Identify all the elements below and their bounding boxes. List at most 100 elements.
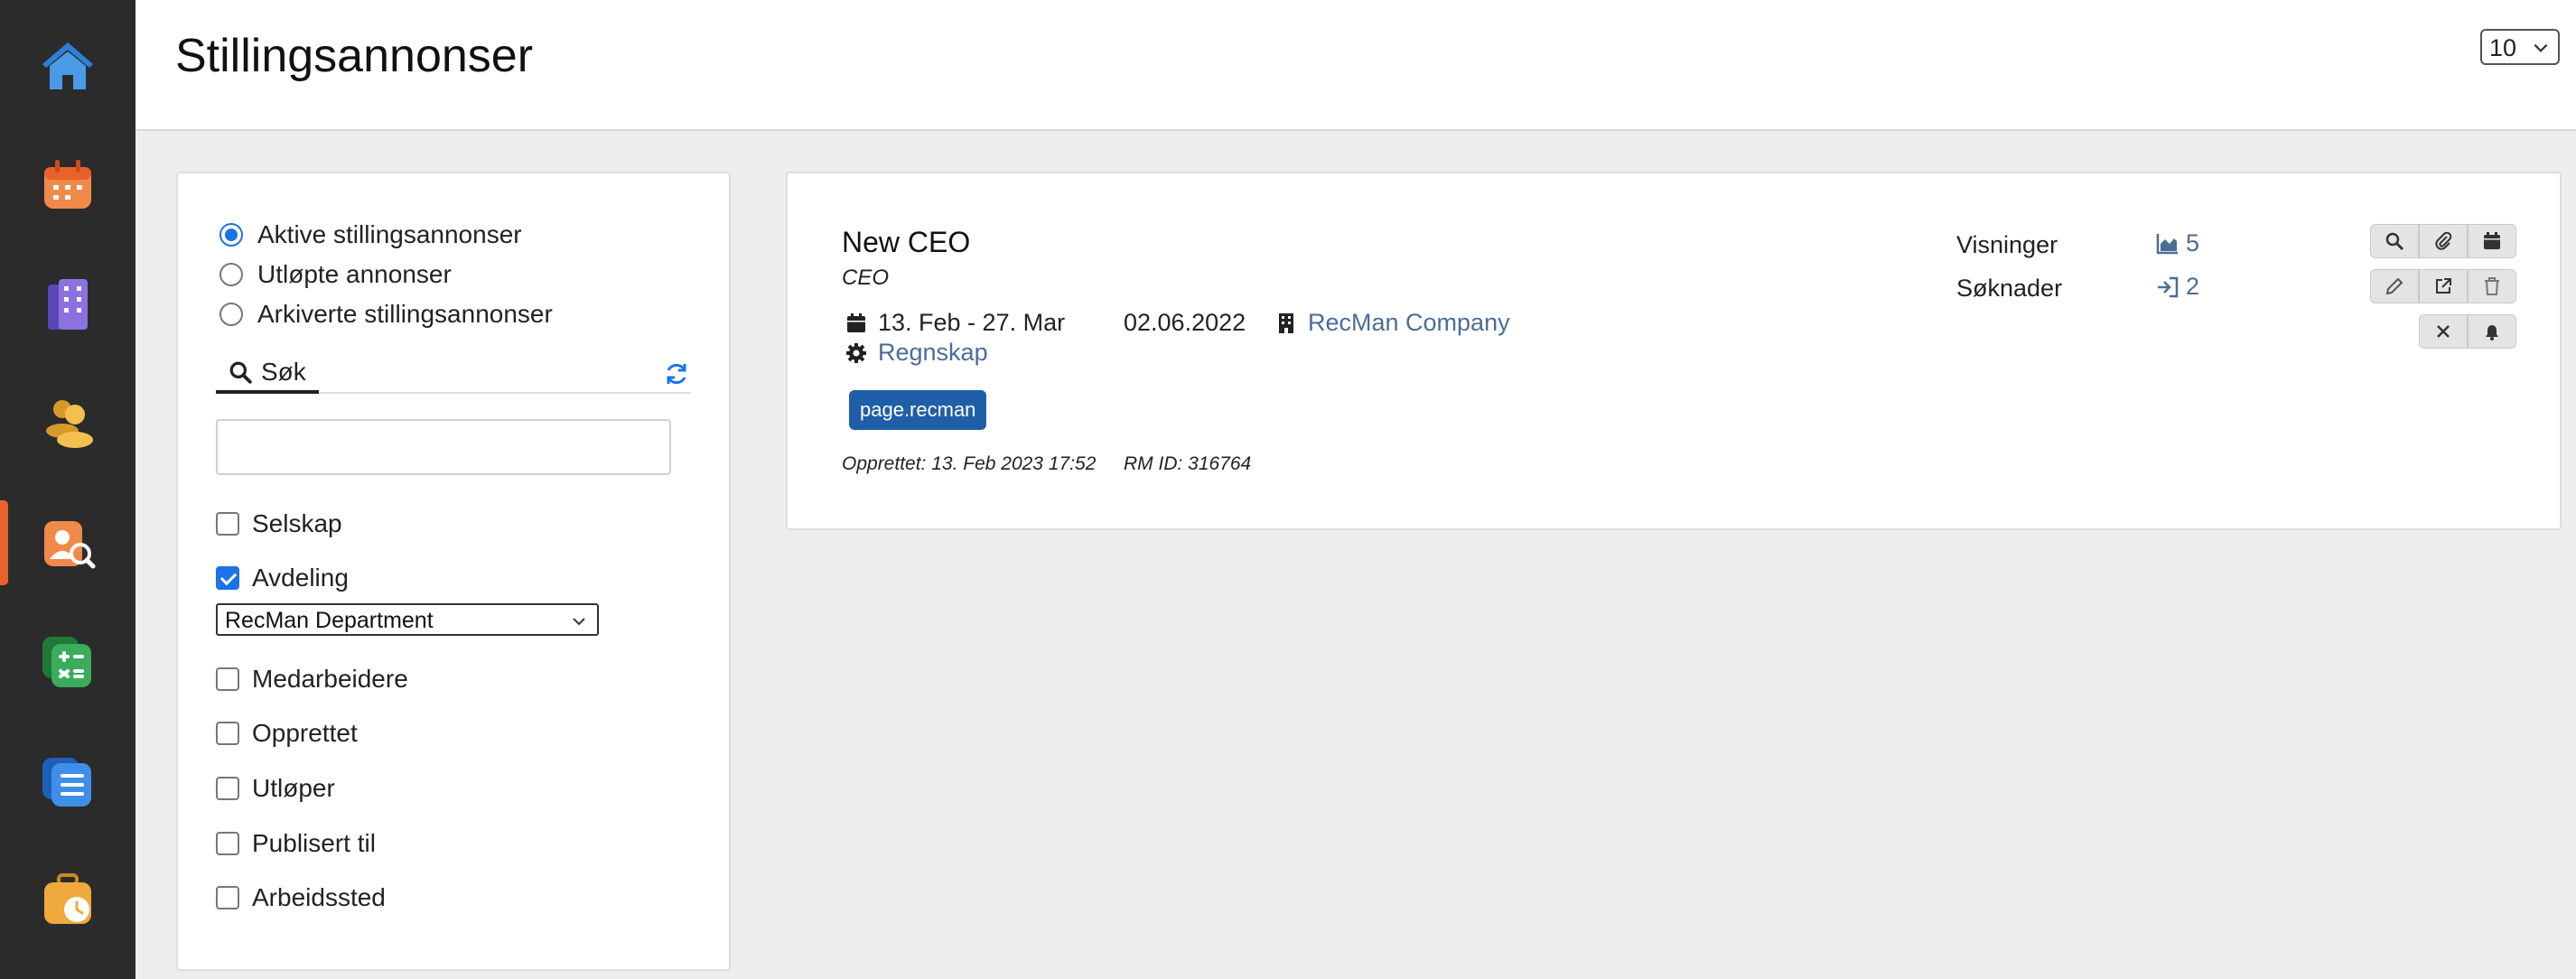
job-category: Regnskap [845,339,988,367]
sidebar-item-documents[interactable] [0,732,135,831]
open-external-button[interactable] [2419,269,2468,303]
radio-button[interactable] [219,303,243,326]
filter-panel: Aktive stillingsannonser Utløpte annonse… [176,172,731,971]
radio-expired-ads[interactable]: Utløpte annonser [219,260,452,289]
filter-workplace[interactable]: Arbeidssted [216,883,386,912]
sidebar-item-job-ads[interactable] [0,493,135,592]
tab-search[interactable]: Søk [216,354,319,394]
tab-search-label: Søk [261,358,306,386]
sidebar-item-timesheets[interactable] [0,851,135,950]
close-icon [2437,325,2450,338]
action-group-middle [2370,269,2516,303]
job-date-range-text: 13. Feb - 27. Mar [878,309,1066,336]
checkbox-label: Selskap [252,509,342,537]
applications-count: 2 [2186,273,2200,300]
filter-created[interactable]: Opprettet [216,719,358,748]
radio-label: Arkiverte stillingsannonser [257,300,553,328]
filter-employees[interactable]: Medarbeidere [216,665,408,694]
filter-expires[interactable]: Utløper [216,774,335,803]
search-input[interactable] [216,419,671,475]
rm-id: RM ID: 316764 [1124,453,1252,474]
candidate-search-icon [44,521,96,569]
job-title[interactable]: New CEO [842,226,970,259]
sidebar [0,0,135,979]
filter-company[interactable]: Selskap [216,509,342,538]
checkbox[interactable] [216,832,239,855]
radio-label: Aktive stillingsannonser [257,220,522,248]
radio-button[interactable] [219,263,243,286]
views-label: Visninger [1956,231,2058,258]
filter-published-to[interactable]: Publisert til [216,829,376,858]
job-ad-card: New CEO CEO 13. Feb - 27. Mar 02.06.2022… [786,172,2562,530]
applications-label: Søknader [1956,275,2063,302]
per-page-select[interactable]: 10 [2480,29,2560,65]
checkbox-label: Utløper [252,774,335,802]
chevron-down-icon [2534,43,2548,52]
action-group-top [2370,224,2516,258]
notify-button[interactable] [2468,314,2516,349]
paperclip-icon [2435,231,2452,250]
checkbox[interactable] [216,722,239,745]
page-header: Stillingsannonser 10 [135,0,2576,131]
job-date-text: 02.06.2022 [1124,309,1246,336]
job-company: RecMan Company [1275,309,1510,337]
department-select[interactable]: RecMan Department [216,603,599,636]
area-chart-icon [2156,233,2178,254]
job-date: 02.06.2022 [1124,309,1246,337]
radio-archived-ads[interactable]: Arkiverte stillingsannonser [219,300,553,329]
views-count: 5 [2186,229,2200,256]
radio-label: Utløpte annonser [257,260,452,288]
calendar-icon [2484,232,2500,249]
checkbox[interactable] [216,886,239,909]
chevron-down-icon [573,618,585,626]
document-list-icon [42,758,91,807]
calculator-icon [42,637,91,687]
delete-button[interactable] [2468,269,2516,303]
checkbox-label: Medarbeidere [252,665,408,693]
per-page-value: 10 [2489,34,2517,61]
calendar-icon [847,312,865,332]
checkbox[interactable] [216,667,239,691]
views-value[interactable]: 5 [2155,229,2199,257]
job-date-range: 13. Feb - 27. Mar [845,309,1065,337]
people-icon [46,400,93,448]
gear-icon [846,342,866,363]
sidebar-item-economy[interactable] [0,612,135,712]
action-group-bottom [2419,314,2516,349]
filter-department[interactable]: Avdeling [216,564,349,592]
search-icon [2385,232,2404,251]
radio-active-ads[interactable]: Aktive stillingsannonser [219,220,522,249]
sidebar-item-home[interactable] [0,16,135,116]
checkbox-label: Avdeling [252,564,349,592]
attachments-button[interactable] [2419,224,2468,258]
home-icon [42,42,93,89]
job-subtitle: CEO [842,266,890,290]
refresh-icon[interactable] [662,359,691,388]
publish-channel-badge: page.recman [849,390,987,430]
search-candidates-button[interactable] [2370,224,2419,258]
sidebar-item-contacts[interactable] [0,374,135,473]
calendar-icon [44,160,91,209]
schedule-button[interactable] [2468,224,2516,258]
company-link[interactable]: RecMan Company [1308,309,1510,337]
search-tab-bar: Søk [216,354,691,394]
building-icon [1279,312,1293,333]
checkbox[interactable] [216,512,239,536]
category-link[interactable]: Regnskap [878,339,988,367]
sidebar-item-calendar[interactable] [0,135,135,235]
close-button[interactable] [2419,314,2468,349]
pencil-icon [2385,277,2403,295]
sidebar-item-companies[interactable] [0,255,135,354]
checkbox[interactable] [216,566,239,590]
page-title: Stillingsannonser [175,30,534,82]
department-select-value: RecMan Department [225,608,434,633]
briefcase-clock-icon [44,873,91,924]
search-icon [229,361,252,384]
bell-icon [2486,325,2498,340]
created-timestamp: Opprettet: 13. Feb 2023 17:52 [842,453,1097,474]
edit-button[interactable] [2370,269,2419,303]
applications-value[interactable]: 2 [2155,273,2199,301]
checkbox[interactable] [216,777,239,800]
radio-button[interactable] [219,223,243,247]
trash-icon [2485,277,2499,295]
